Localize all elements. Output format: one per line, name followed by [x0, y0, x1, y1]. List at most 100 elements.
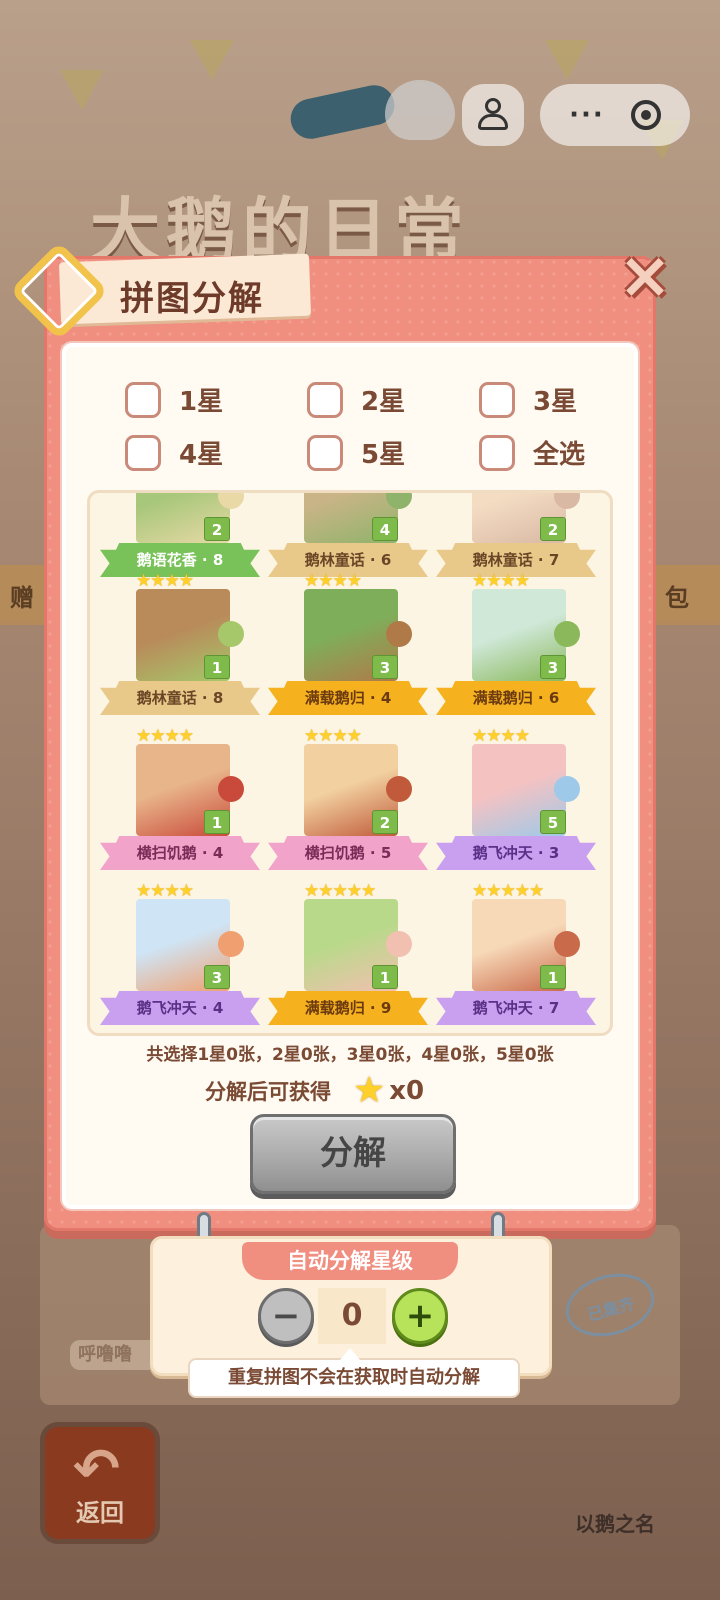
profile-button[interactable] — [462, 84, 524, 146]
card-name-ribbon: 鹅飞冲天 · 3 — [436, 836, 596, 870]
filter-label: 全选 — [533, 440, 586, 470]
puzzle-card[interactable]: ★★★★★ 1 鹅飞冲天 · 7 — [436, 881, 596, 1033]
puzzle-knob-icon — [386, 493, 412, 509]
reward-label: 分解后可获得 — [205, 1079, 331, 1104]
star-rating: ★★★★ — [136, 726, 194, 746]
auto-decompose-title: 自动分解星级 — [242, 1242, 458, 1280]
checkbox[interactable] — [307, 434, 343, 471]
filter-label: 5星 — [361, 440, 406, 470]
back-arrow-icon: ↶ — [73, 1437, 120, 1502]
card-count-badge: 1 — [204, 655, 230, 679]
close-button[interactable]: × — [615, 244, 675, 308]
filter-3-star[interactable]: 3星 — [479, 381, 577, 418]
star-rating: ★★★★ — [472, 726, 530, 746]
goose-mascot — [385, 80, 455, 140]
decrease-level-button[interactable]: − — [258, 1288, 314, 1344]
card-count-badge: 5 — [540, 810, 566, 834]
puzzle-knob-icon — [554, 931, 580, 957]
star-rating: ★★★★★ — [472, 881, 544, 901]
checkbox[interactable] — [479, 434, 515, 471]
card-count-badge: 4 — [372, 517, 398, 541]
filter-2-star[interactable]: 2星 — [307, 381, 405, 418]
filter-select-all[interactable]: 全选 — [479, 434, 585, 471]
star-rating: ★★★★ — [136, 571, 194, 591]
puzzle-card[interactable]: ★★★★ 3 满载鹅归 · 4 — [268, 571, 428, 723]
puzzle-card[interactable]: ★★★★ 1 横扫饥鹅 · 4 — [100, 726, 260, 878]
star-rating: ★★★★★ — [304, 881, 376, 901]
bunting-flag — [545, 40, 589, 80]
card-count-badge: 3 — [204, 965, 230, 989]
star-rating: ★★★★ — [472, 571, 530, 591]
close-miniprogram-icon[interactable] — [630, 100, 661, 130]
bunting-flag — [190, 40, 234, 80]
star-icon: ★ — [353, 1070, 386, 1111]
card-count-badge: 2 — [204, 517, 230, 541]
promo-strip-left: 赠 — [10, 584, 34, 612]
checkbox[interactable] — [125, 434, 161, 471]
auto-decompose-level: 0 — [318, 1288, 386, 1344]
card-count-badge: 3 — [372, 655, 398, 679]
increase-level-button[interactable]: + — [392, 1288, 448, 1344]
puzzle-card[interactable]: ★★★★ 5 鹅飞冲天 · 3 — [436, 726, 596, 878]
card-count-badge: 1 — [204, 810, 230, 834]
filter-label: 3星 — [533, 387, 578, 417]
card-name-ribbon: 满载鹅归 · 9 — [268, 991, 428, 1025]
pencil-decoration — [286, 81, 399, 143]
selection-summary: 共选择1星0张，2星0张，3星0张，4星0张，5星0张 — [146, 1045, 554, 1065]
puzzle-card[interactable]: ★★★★ 1 鹅林童话 · 8 — [100, 571, 260, 723]
bunting-flag — [60, 70, 104, 110]
puzzle-knob-icon — [386, 931, 412, 957]
card-name-ribbon: 鹅飞冲天 · 7 — [436, 991, 596, 1025]
puzzle-grid[interactable]: 2 鹅语花香 · 8 4 鹅林童话 · 6 2 鹅林童话 · 7 ★★★★ 1 鹅林童话 · 8… — [87, 490, 613, 1036]
puzzle-knob-icon — [386, 621, 412, 647]
puzzle-card[interactable]: ★★★★ 3 鹅飞冲天 · 4 — [100, 881, 260, 1033]
puzzle-card[interactable]: ★★★★ 3 满载鹅归 · 6 — [436, 571, 596, 723]
checkbox[interactable] — [307, 381, 343, 418]
puzzle-knob-icon — [554, 776, 580, 802]
decompose-button[interactable]: 分解 — [250, 1114, 456, 1194]
reward-count: x0 — [389, 1075, 425, 1106]
filter-label: 4星 — [179, 440, 224, 470]
card-name-ribbon: 满载鹅归 · 4 — [268, 681, 428, 715]
puzzle-knob-icon — [554, 493, 580, 509]
checkbox[interactable] — [479, 381, 515, 418]
card-name-ribbon: 鹅林童话 · 8 — [100, 681, 260, 715]
puzzle-card[interactable]: ★★★★★ 1 满载鹅归 · 9 — [268, 881, 428, 1033]
card-count-badge: 2 — [372, 810, 398, 834]
card-name-ribbon: 横扫饥鹅 · 4 — [100, 836, 260, 870]
card-name-ribbon: 鹅飞冲天 · 4 — [100, 991, 260, 1025]
card-count-badge: 3 — [540, 655, 566, 679]
menu-capsule: ··· — [540, 84, 690, 146]
puzzle-knob-icon — [218, 493, 244, 509]
filter-5-star[interactable]: 5星 — [307, 434, 405, 471]
puzzle-knob-icon — [386, 776, 412, 802]
auto-decompose-note: 重复拼图不会在获取时自动分解 — [188, 1348, 520, 1398]
puzzle-knob-icon — [218, 621, 244, 647]
modal-title: 拼图分解 — [120, 279, 264, 319]
back-label: 返回 — [76, 1499, 124, 1527]
filter-label: 2星 — [361, 387, 406, 417]
puzzle-knob-icon — [218, 776, 244, 802]
back-button[interactable]: ↶ 返回 — [40, 1422, 160, 1544]
puzzle-knob-icon — [554, 621, 580, 647]
star-rating: ★★★★ — [136, 881, 194, 901]
puzzle-card[interactable]: ★★★★ 2 横扫饥鹅 · 5 — [268, 726, 428, 878]
star-rating: ★★★★ — [304, 571, 362, 591]
title-ring-icon — [9, 241, 109, 341]
filter-4-star[interactable]: 4星 — [125, 434, 223, 471]
card-count-badge: 2 — [540, 517, 566, 541]
card-count-badge: 1 — [372, 965, 398, 989]
card-count-badge: 1 — [540, 965, 566, 989]
star-rating: ★★★★ — [304, 726, 362, 746]
card-name-ribbon: 横扫饥鹅 · 5 — [268, 836, 428, 870]
card-name-ribbon: 满载鹅归 · 6 — [436, 681, 596, 715]
more-options-button[interactable]: ··· — [569, 100, 605, 130]
modal-title-tag: 拼图分解 — [9, 241, 312, 341]
checkbox[interactable] — [125, 381, 161, 418]
promo-strip-right: 包 — [665, 584, 689, 612]
user-icon — [478, 98, 508, 132]
reward-row: 分解后可获得 ★ x0 — [205, 1070, 424, 1111]
filter-label: 1星 — [179, 387, 224, 417]
puzzle-knob-icon — [218, 931, 244, 957]
filter-1-star[interactable]: 1星 — [125, 381, 223, 418]
